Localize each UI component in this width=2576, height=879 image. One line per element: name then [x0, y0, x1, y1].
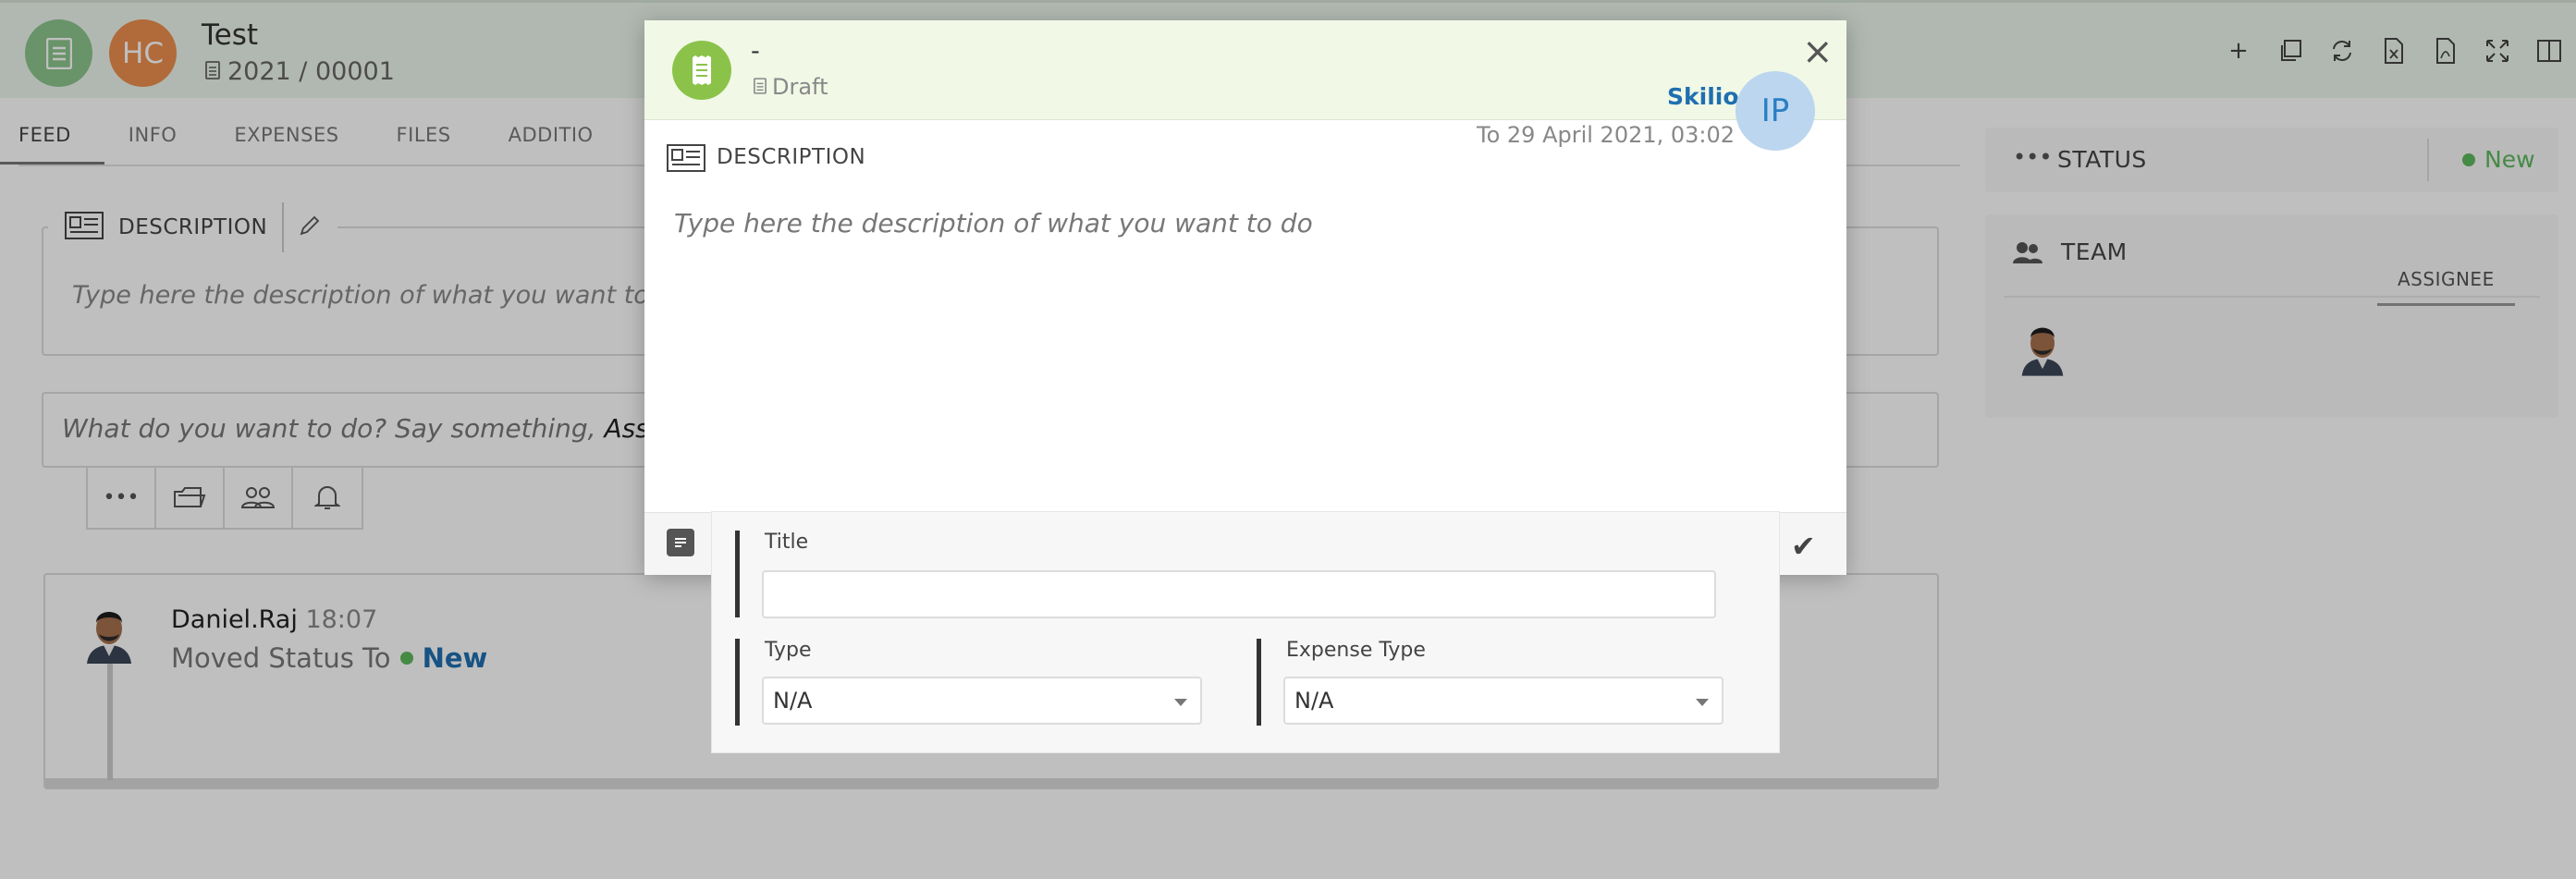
expense-type-select[interactable]: N/A — [1283, 677, 1723, 725]
check-icon[interactable]: ✔ — [1791, 529, 1816, 564]
small-document-icon — [754, 74, 767, 100]
assignee-avatar[interactable]: IP — [1736, 71, 1815, 151]
description-icon — [667, 144, 705, 176]
expense-type-value: N/A — [1294, 688, 1334, 714]
receipt-icon — [672, 41, 731, 100]
expense-modal: - Draft × Skilio IP To 29 April 2021, 03… — [644, 20, 1846, 575]
details-form: Title Type N/A Expense Type N/A — [711, 511, 1780, 753]
type-select[interactable]: N/A — [762, 677, 1202, 725]
description-label: DESCRIPTION — [717, 145, 866, 169]
description-input[interactable]: Type here the description of what you wa… — [674, 208, 1313, 238]
modal-header — [644, 20, 1846, 120]
type-value: N/A — [773, 688, 813, 714]
close-icon[interactable]: × — [1802, 33, 1834, 70]
chevron-down-icon — [1174, 699, 1187, 706]
modal-status: Draft — [754, 74, 828, 100]
type-label: Type — [765, 639, 812, 662]
company-link[interactable]: Skilio — [1667, 83, 1739, 110]
form-icon[interactable] — [667, 529, 694, 556]
deadline[interactable]: To 29 April 2021, 03:02 — [1477, 122, 1735, 148]
title-label: Title — [765, 531, 809, 554]
modal-status-text: Draft — [772, 74, 828, 100]
chevron-down-icon — [1696, 699, 1709, 706]
modal-title: - — [751, 37, 760, 66]
expense-type-label: Expense Type — [1286, 639, 1426, 662]
title-input[interactable] — [762, 570, 1716, 618]
